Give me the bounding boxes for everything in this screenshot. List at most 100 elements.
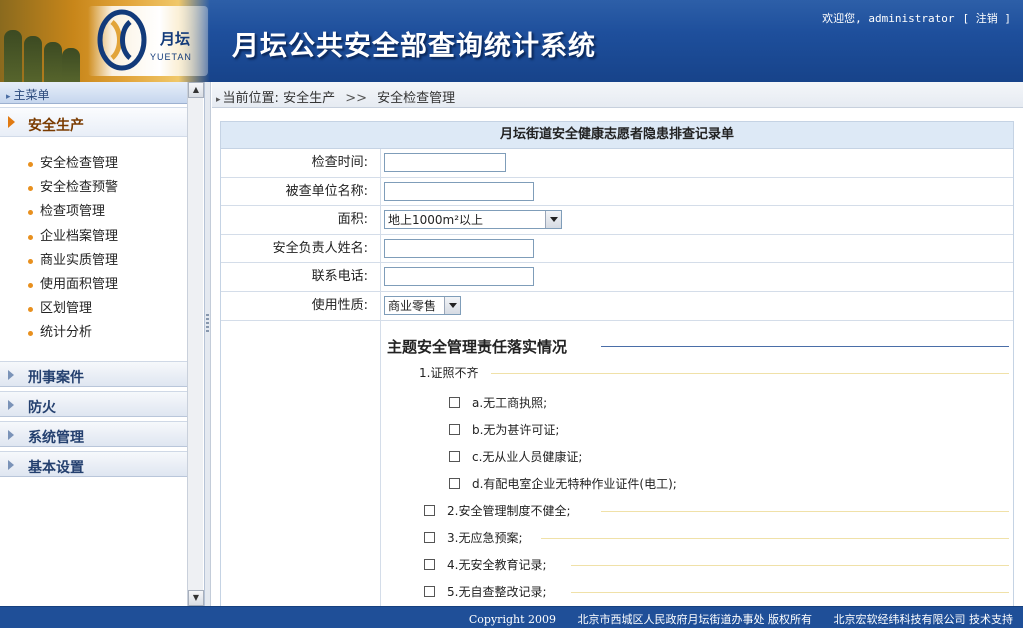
sidebar-splitter[interactable] <box>205 82 211 606</box>
sidebar-item-label: 商业实质管理 <box>40 252 119 268</box>
form-row-phone: 联系电话: <box>221 263 1013 292</box>
bullet-icon <box>28 331 33 337</box>
breadcrumb: ▸ 当前位置: 安全生产 >> 安全检查管理 <box>212 82 1023 108</box>
sidebar-scrollbar[interactable]: ▲ ▼ <box>187 82 204 606</box>
sidebar-item-label: 使用面积管理 <box>40 276 119 292</box>
owner-text: 北京市西城区人民政府月坛街道办事处 版权所有 <box>577 613 813 626</box>
chevron-right-icon: ▸ <box>216 95 221 105</box>
area-label: 面积: <box>221 206 381 234</box>
sidebar-item-district[interactable]: 区划管理 <box>0 297 187 321</box>
sidebar-item-statistics[interactable]: 统计分析 <box>0 321 187 345</box>
sidebar-group-label: 基本设置 <box>28 460 84 476</box>
item-2-checkbox[interactable] <box>424 505 435 516</box>
scroll-down-button[interactable]: ▼ <box>188 590 204 606</box>
sidebar-item-safety-check-management[interactable]: 安全检查管理 <box>0 152 187 176</box>
sidebar: ▸ 主菜单 安全生产 安全检查管理 安全检查预警 检查项管理 企业档案管理 商业实… <box>0 82 205 606</box>
sidebar-item-usage-area[interactable]: 使用面积管理 <box>0 273 187 297</box>
collapsed-arrow-icon <box>8 460 14 470</box>
sub-item-d: d.有配电室企业无特种作业证件(电工); <box>449 475 681 492</box>
system-title: 月坛公共安全部查询统计系统 <box>232 31 596 62</box>
form-row-usage-type: 使用性质: 商业零售 <box>221 291 1013 321</box>
sidebar-item-enterprise-archives[interactable]: 企业档案管理 <box>0 225 187 249</box>
sub-item-d-checkbox[interactable] <box>449 478 460 489</box>
sub-item-c-checkbox[interactable] <box>449 451 460 462</box>
usage-type-select[interactable]: 商业零售 <box>384 295 461 315</box>
sidebar-item-label: 安全检查管理 <box>40 156 119 171</box>
bullet-icon <box>28 258 33 264</box>
sub-item-a-checkbox[interactable] <box>449 397 460 408</box>
section-title: 主题安全管理责任落实情况 <box>387 336 572 357</box>
unit-name-label: 被查单位名称: <box>221 177 381 206</box>
breadcrumb-level2[interactable]: 安全检查管理 <box>377 91 455 106</box>
sub-item-b-checkbox[interactable] <box>449 424 460 435</box>
item-3-label: 3.无应急预案; <box>447 531 523 545</box>
logout-link[interactable]: [ 注销 ] <box>963 12 1012 25</box>
item-3-checkbox[interactable] <box>424 532 435 543</box>
sidebar-item-label: 检查项管理 <box>40 204 106 220</box>
phone-input[interactable] <box>384 267 534 287</box>
usage-type-label: 使用性质: <box>221 291 381 320</box>
chevron-down-icon <box>545 211 561 229</box>
copyright-text: Copyright 2009 <box>468 613 556 626</box>
welcome-text: 欢迎您, administrator <box>822 12 955 25</box>
item-4-label: 4.无安全教育记录; <box>447 558 547 572</box>
form-row-check-time: 检查时间: <box>221 149 1013 178</box>
item-4-checkbox[interactable] <box>424 559 435 570</box>
sidebar-item-label: 安全检查预警 <box>40 180 119 196</box>
form-row-area: 面积: 地上1000m²以上 <box>221 206 1013 235</box>
sidebar-group-label: 安全生产 <box>28 118 84 134</box>
bullet-icon <box>28 282 33 288</box>
main-menu-title: 主菜单 <box>13 88 50 102</box>
sidebar-item-safety-check-warning[interactable]: 安全检查预警 <box>0 176 187 200</box>
collapsed-arrow-icon <box>8 400 14 410</box>
sidebar-group-basic-settings[interactable]: 基本设置 <box>0 451 187 477</box>
safety-officer-input[interactable] <box>384 238 534 258</box>
usage-type-selected-value: 商业零售 <box>388 298 437 313</box>
main-content: ▸ 当前位置: 安全生产 >> 安全检查管理 月坛街道安全健康志愿者隐患排查记录单… <box>212 82 1023 606</box>
breadcrumb-level1[interactable]: 安全生产 <box>283 91 335 106</box>
bullet-icon <box>28 234 33 240</box>
chevron-down-icon <box>444 296 460 314</box>
chevron-right-icon: ▸ <box>6 92 11 102</box>
sidebar-group-safety-production[interactable]: 安全生产 <box>0 107 187 137</box>
section-divider <box>601 346 1009 347</box>
form-title: 月坛街道安全健康志愿者隐患排查记录单 <box>221 122 1013 149</box>
sub-item-a-label: a.无工商执照; <box>472 396 548 410</box>
sidebar-submenu: 安全检查管理 安全检查预警 检查项管理 企业档案管理 商业实质管理 使用面积管理… <box>0 152 187 346</box>
app-footer: Copyright 2009 北京市西城区人民政府月坛街道办事处 版权所有 北京… <box>0 606 1023 628</box>
item-self-inspection: 5.无自查整改记录; <box>424 583 551 600</box>
sidebar-group-fire[interactable]: 防火 <box>0 391 187 417</box>
phone-label: 联系电话: <box>221 263 381 291</box>
inspection-record-form: 月坛街道安全健康志愿者隐患排查记录单 检查时间: 被查单位名称: 面积: 地上1… <box>220 121 1014 606</box>
sidebar-group-label: 防火 <box>28 400 56 416</box>
item-license-incomplete: 1.证照不齐 <box>419 364 483 381</box>
item-emergency-plan: 3.无应急预案; <box>424 529 527 546</box>
unit-name-input[interactable] <box>384 181 534 201</box>
splitter-grip-icon <box>206 314 209 334</box>
area-select[interactable]: 地上1000m²以上 <box>384 210 562 230</box>
sidebar-item-label: 企业档案管理 <box>40 228 119 244</box>
sub-item-d-label: d.有配电室企业无特种作业证件(电工); <box>472 477 677 491</box>
sidebar-item-check-items[interactable]: 检查项管理 <box>0 200 187 224</box>
yuetan-logo-icon <box>97 9 147 71</box>
sidebar-group-label: 系统管理 <box>28 430 84 446</box>
form-row-unit-name: 被查单位名称: <box>221 177 1013 207</box>
logo-chinese-text: 月坛 <box>160 30 191 48</box>
area-selected-value: 地上1000m²以上 <box>388 213 484 228</box>
form-row-safety-officer: 安全负责人姓名: <box>221 234 1013 264</box>
sidebar-item-label: 区划管理 <box>40 301 93 317</box>
scroll-up-button[interactable]: ▲ <box>188 82 204 98</box>
item-5-checkbox[interactable] <box>424 586 435 597</box>
sidebar-group-system-management[interactable]: 系统管理 <box>0 421 187 447</box>
sub-item-c: c.无从业人员健康证; <box>449 448 587 465</box>
sidebar-item-commercial-entity[interactable]: 商业实质管理 <box>0 249 187 273</box>
breadcrumb-separator: >> <box>345 91 368 106</box>
sidebar-group-criminal-cases[interactable]: 刑事案件 <box>0 361 187 387</box>
item-safety-education: 4.无安全教育记录; <box>424 556 551 573</box>
app-header: 月坛 YUETAN 月坛公共安全部查询统计系统 欢迎您, administrat… <box>0 0 1023 82</box>
main-menu-header: ▸ 主菜单 <box>0 82 187 104</box>
check-time-input[interactable] <box>384 153 506 172</box>
item-management-system: 2.安全管理制度不健全; <box>424 502 575 519</box>
safety-officer-label: 安全负责人姓名: <box>221 234 381 263</box>
collapsed-arrow-icon <box>8 370 14 380</box>
